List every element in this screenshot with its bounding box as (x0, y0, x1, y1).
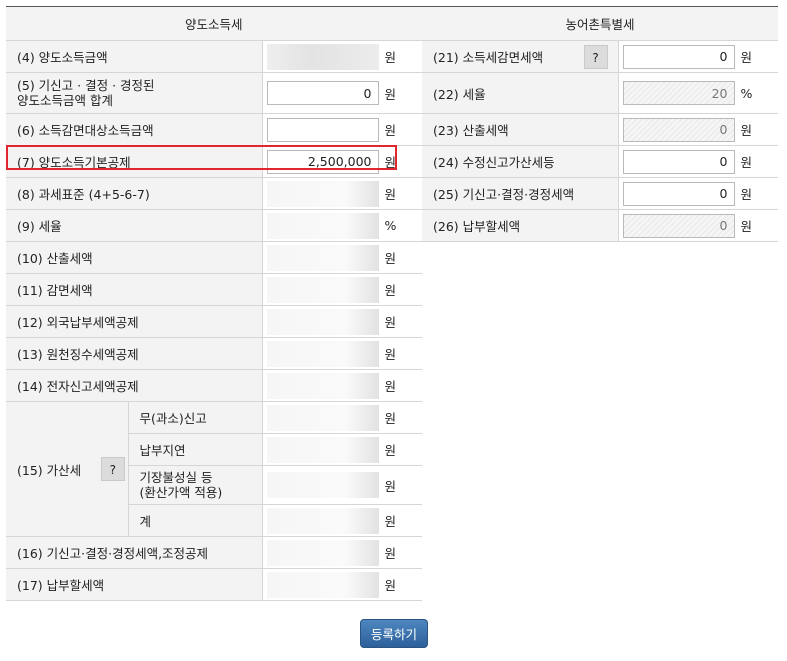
row-17: (17) 납부할세액 원 (6, 568, 423, 601)
row-label: (6) 소득감면대상소득금액 (6, 113, 263, 146)
row-label: (26) 납부할세액 (422, 209, 619, 242)
redacted-amount (266, 507, 379, 534)
row-label: (23) 산출세액 (422, 113, 619, 146)
sub-label: 무(과소)신고 (128, 401, 263, 434)
row-9: (9) 세율 % (6, 209, 423, 242)
sub-label: 기장불성실 등 (139, 470, 213, 485)
row-16: (16) 기신고·결정·경정세액,조정공제 원 (6, 536, 423, 569)
row-label: (7) 양도소득기본공제 (6, 145, 263, 178)
row-label: (11) 감면세액 (6, 273, 263, 306)
row-14: (14) 전자신고세액공제 원 (6, 369, 423, 402)
row-label: (13) 원천징수세액공제 (6, 337, 263, 370)
rate-field (622, 81, 735, 105)
redacted-amount (266, 340, 379, 367)
row-23: (23) 산출세액 원 (422, 113, 779, 146)
row-label: (12) 외국납부세액공제 (6, 305, 263, 338)
redacted-amount (266, 539, 379, 566)
row-label: (16) 기신고·결정·경정세액,조정공제 (6, 536, 263, 569)
row-22: (22) 세율 % (422, 72, 779, 114)
row-5: (5) 기신고 · 결정 · 경정된 양도소득금액 합계 원 (6, 72, 423, 114)
redacted-amount (266, 571, 379, 598)
redacted-amount (266, 436, 379, 463)
redacted-amount (266, 308, 379, 335)
row-label: (25) 기신고·결정·경정세액 (422, 177, 619, 210)
row-24: (24) 수정신고가산세등 원 (422, 145, 779, 178)
redacted-amount (266, 276, 379, 303)
row-13: (13) 원천징수세액공제 원 (6, 337, 423, 370)
transfer-tax-table: 양도소득세 (4) 양도소득금액 원 (5) 기신고 · 결정 · 경정된 양도… (6, 6, 423, 601)
row-21: (21) 소득세감면세액 ? 원 (422, 40, 779, 73)
redacted-amount (266, 404, 379, 431)
row-12: (12) 외국납부세액공제 원 (6, 305, 423, 338)
sub-label: 계 (128, 504, 263, 537)
redacted-amount (266, 180, 379, 207)
transfer-tax-header: 양도소득세 (6, 6, 423, 41)
reduction-income-input[interactable] (266, 117, 379, 142)
row-label: (10) 산출세액 (6, 241, 263, 274)
row-4: (4) 양도소득금액 원 (6, 40, 423, 73)
amended-penalty-input[interactable] (622, 149, 735, 174)
penalty-help-button[interactable]: ? (100, 457, 125, 481)
row-label: (22) 세율 (422, 72, 619, 114)
sub-label: 납부지연 (128, 433, 263, 466)
row-8: (8) 과세표준 (4+5-6-7) 원 (6, 177, 423, 210)
redacted-amount (266, 372, 379, 399)
tax-reduction-input[interactable] (622, 44, 735, 69)
row-label: (8) 과세표준 (4+5-6-7) (6, 177, 263, 210)
row-label-cont: 양도소득금액 합계 (17, 93, 113, 108)
penalty-label: (15) 가산세 (6, 401, 98, 537)
computed-tax-field (622, 117, 735, 142)
redacted-amount (266, 43, 379, 70)
row-label: (24) 수정신고가산세등 (422, 145, 619, 178)
redacted-amount (266, 212, 379, 239)
payable-tax-field (622, 213, 735, 238)
row-label: (17) 납부할세액 (6, 568, 263, 601)
reduction-help-button[interactable]: ? (583, 45, 608, 69)
rural-tax-table: 농어촌특별세 (21) 소득세감면세액 ? 원 (22) 세율 % (23) 산… (422, 6, 779, 242)
rural-tax-header: 농어촌특별세 (422, 6, 779, 41)
basic-deduction-input[interactable] (266, 149, 379, 174)
row-11: (11) 감면세액 원 (6, 273, 423, 306)
row-label: (21) 소득세감면세액 (433, 50, 544, 65)
row-6: (6) 소득감면대상소득금액 원 (6, 113, 423, 146)
row-7: (7) 양도소득기본공제 원 (6, 145, 423, 178)
register-button[interactable]: 등록하기 (360, 619, 428, 648)
row-label: (5) 기신고 · 결정 · 경정된 (17, 78, 155, 93)
prior-income-input[interactable] (266, 81, 379, 105)
row-25: (25) 기신고·결정·경정세액 원 (422, 177, 779, 210)
sub-label-cont: (환산가액 적용) (139, 485, 223, 500)
row-label: (4) 양도소득금액 (6, 40, 263, 73)
row-15-sub-1: (15) 가산세 ? 무(과소)신고 원 (6, 401, 423, 537)
prior-tax-input[interactable] (622, 181, 735, 206)
row-26: (26) 납부할세액 원 (422, 209, 779, 242)
redacted-amount (266, 244, 379, 271)
row-10: (10) 산출세액 원 (6, 241, 423, 274)
row-label: (14) 전자신고세액공제 (6, 369, 263, 402)
row-label: (9) 세율 (6, 209, 263, 242)
redacted-amount (266, 472, 379, 498)
